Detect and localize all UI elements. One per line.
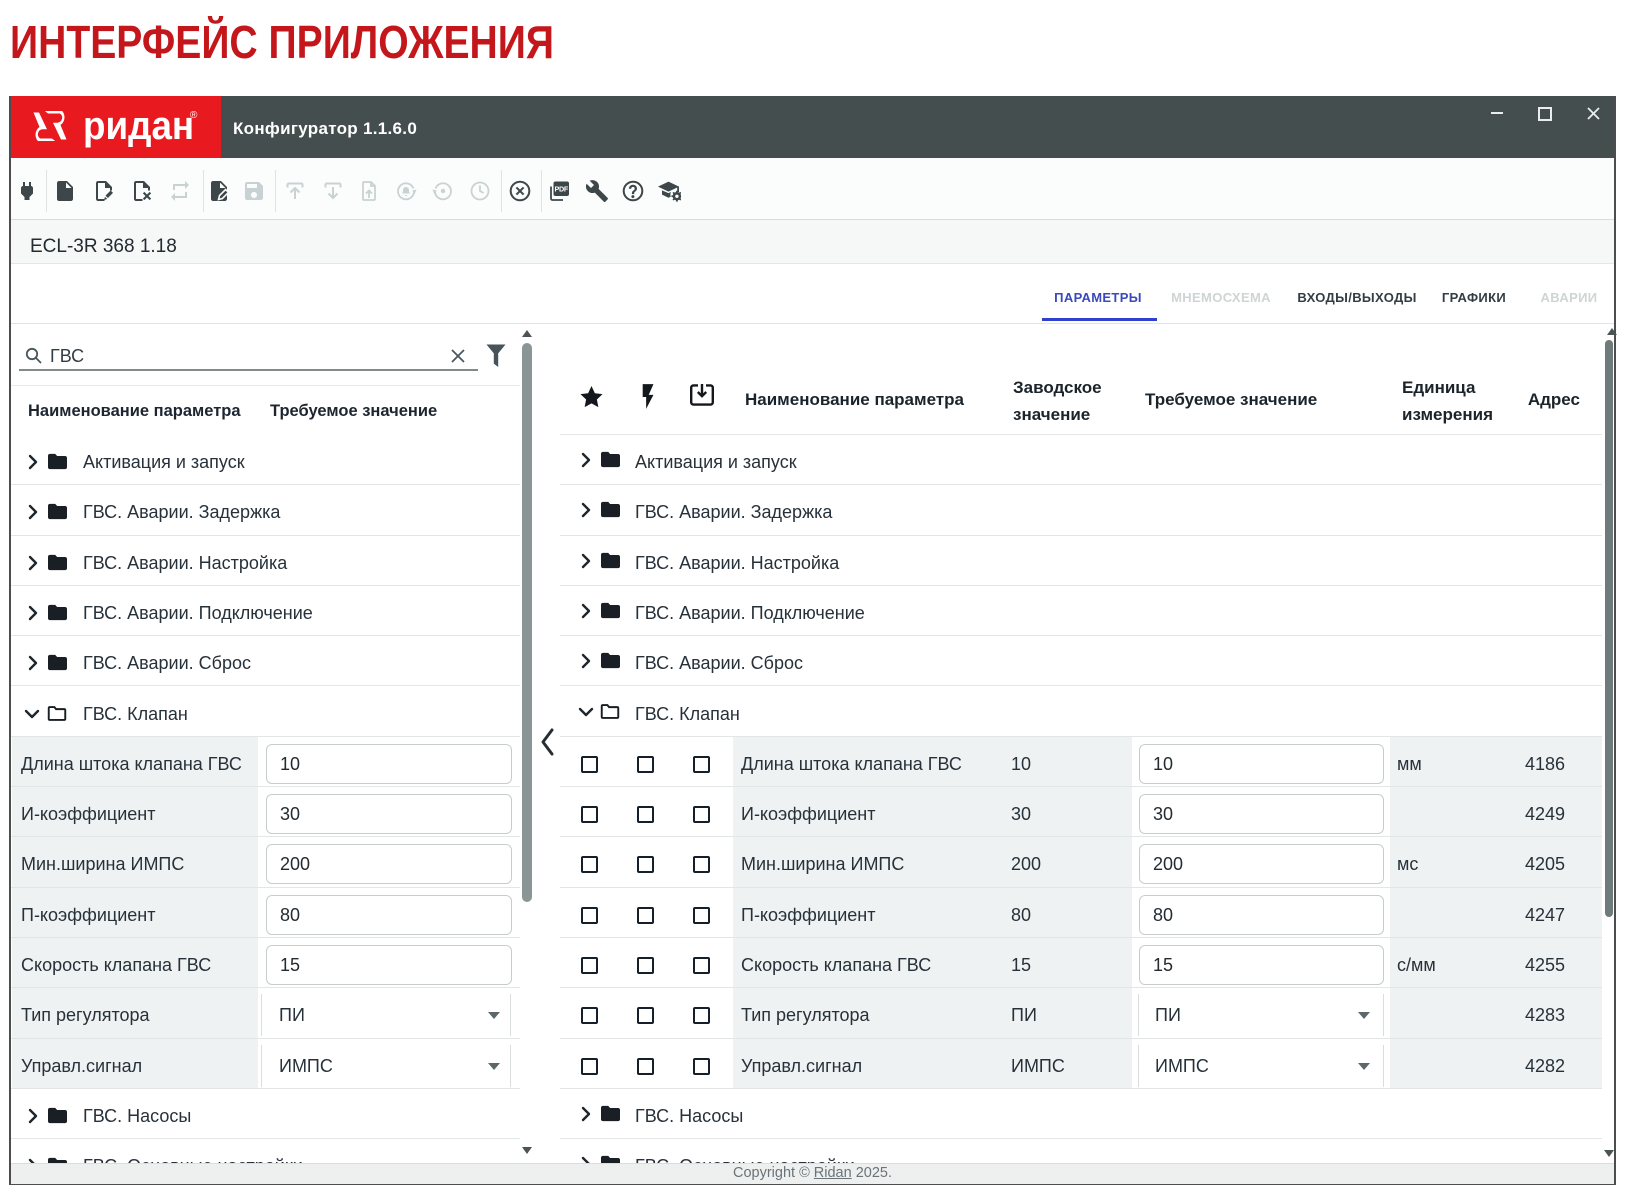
svg-text:PDF: PDF xyxy=(554,185,568,194)
